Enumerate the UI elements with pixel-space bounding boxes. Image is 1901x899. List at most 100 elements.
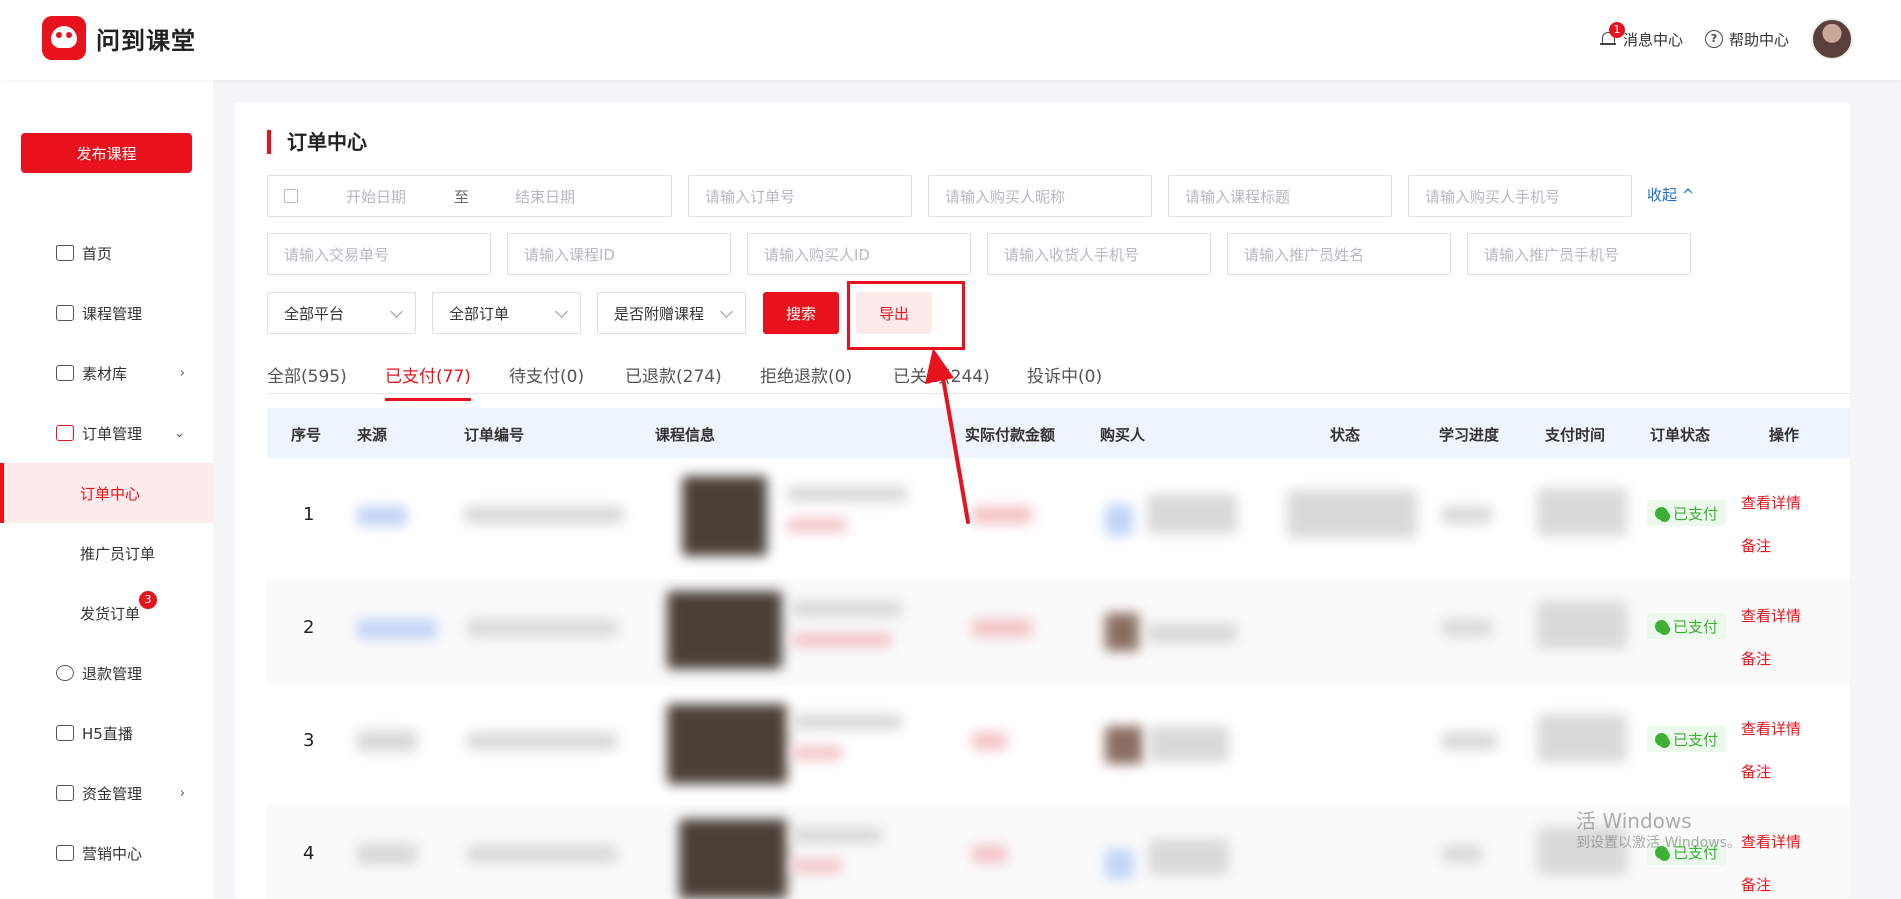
sidebar-item-h5-live[interactable]: H5直播 <box>0 703 213 763</box>
help-center-label: 帮助中心 <box>1728 30 1789 49</box>
buyer-phone-input[interactable]: 请输入购买人手机号 <box>1408 175 1632 217</box>
end-date-placeholder: 结束日期 <box>515 187 576 206</box>
col-pay-time: 支付时间 <box>1545 426 1606 444</box>
course-thumbnail-blurred <box>667 704 787 784</box>
sidebar-item-label: 营销中心 <box>82 844 143 863</box>
order-status-badge: 已支付 <box>1647 613 1727 639</box>
tab-all[interactable]: 全部(595) <box>267 362 347 387</box>
promoter-phone-input[interactable]: 请输入推广员手机号 <box>1467 233 1691 275</box>
note-link[interactable]: 备注 <box>1741 874 1771 895</box>
sidebar-item-marketing-center[interactable]: 营销中心 <box>0 823 213 883</box>
sidebar-item-refund-management[interactable]: 退款管理 <box>0 643 213 703</box>
tab-refunded[interactable]: 已退款(274) <box>625 362 722 387</box>
buyer-info-blurred <box>1147 623 1237 643</box>
search-button[interactable]: 搜索 <box>763 292 839 334</box>
amount-blurred <box>972 619 1032 637</box>
col-source: 来源 <box>357 426 388 444</box>
home-icon <box>56 245 74 261</box>
course-title-input[interactable]: 请输入课程标题 <box>1168 175 1392 217</box>
view-detail-link[interactable]: 查看详情 <box>1741 718 1801 739</box>
top-header: 问到课堂 1 消息中心 ? 帮助中心 <box>0 0 1901 80</box>
date-range-picker[interactable]: 开始日期 至 结束日期 <box>267 175 672 217</box>
message-count-badge: 1 <box>1608 21 1625 38</box>
order-number-blurred <box>467 845 617 863</box>
sidebar-item-label: 素材库 <box>82 364 128 383</box>
message-center-link[interactable]: 1 消息中心 <box>1599 21 1683 50</box>
sidebar-item-funds-management[interactable]: 资金管理 › <box>0 763 213 823</box>
col-course-info: 课程信息 <box>655 426 716 444</box>
progress-blurred <box>1442 732 1497 750</box>
sidebar-item-course-management[interactable]: 课程管理 <box>0 283 213 343</box>
order-type-select[interactable]: 全部订单 <box>432 292 581 334</box>
chevron-right-icon: › <box>179 365 185 381</box>
note-link[interactable]: 备注 <box>1741 535 1771 556</box>
source-blurred <box>357 506 407 526</box>
view-detail-link[interactable]: 查看详情 <box>1741 605 1801 626</box>
buyer-info-blurred <box>1149 839 1229 875</box>
source-blurred <box>357 619 437 639</box>
coins-icon <box>1655 506 1668 520</box>
order-status-badge: 已支付 <box>1647 500 1727 526</box>
pay-time-blurred <box>1537 714 1627 762</box>
promoter-name-input[interactable]: 请输入推广员姓名 <box>1227 233 1451 275</box>
pay-time-blurred <box>1537 601 1627 649</box>
buyer-id-input[interactable]: 请输入购买人ID <box>747 233 971 275</box>
note-link[interactable]: 备注 <box>1741 761 1771 782</box>
status-blurred <box>1287 490 1417 538</box>
page-title: 订单中心 <box>267 130 367 154</box>
app-logo[interactable]: 问到课堂 <box>42 16 196 60</box>
chevron-down-icon: ⌄ <box>174 425 185 441</box>
col-progress: 学习进度 <box>1439 426 1500 444</box>
sidebar: 发布课程 首页 课程管理 素材库 › 订单管理 ⌄ 订单中心 推广员订单 发货订… <box>0 80 213 899</box>
collapse-filters-link[interactable]: 收起 ^ <box>1647 184 1694 205</box>
tab-paid[interactable]: 已支付(77) <box>385 362 471 401</box>
sidebar-item-shipping-orders[interactable]: 发货订单 3 <box>0 583 213 643</box>
progress-blurred <box>1442 619 1492 637</box>
date-range-separator: 至 <box>454 187 470 206</box>
watermark-line-1: 活 Windows <box>1576 809 1692 833</box>
view-detail-link[interactable]: 查看详情 <box>1741 492 1801 513</box>
sidebar-item-order-center[interactable]: 订单中心 <box>0 463 213 523</box>
sidebar-item-materials[interactable]: 素材库 › <box>0 343 213 403</box>
course-thumbnail-blurred <box>667 591 782 669</box>
platform-select[interactable]: 全部平台 <box>267 292 416 334</box>
order-number-input[interactable]: 请输入订单号 <box>688 175 912 217</box>
tab-closed[interactable]: 已关闭(244) <box>893 362 990 387</box>
buyer-nickname-input[interactable]: 请输入购买人昵称 <box>928 175 1152 217</box>
trade-number-input[interactable]: 请输入交易单号 <box>267 233 491 275</box>
col-order-status: 订单状态 <box>1650 426 1711 444</box>
publish-course-button[interactable]: 发布课程 <box>21 133 192 173</box>
tab-refund-rejected[interactable]: 拒绝退款(0) <box>760 362 852 387</box>
tab-complaint[interactable]: 投诉中(0) <box>1027 362 1102 387</box>
col-paid-amount: 实际付款金额 <box>965 426 1056 444</box>
course-id-input[interactable]: 请输入课程ID <box>507 233 731 275</box>
main-content: 订单中心 开始日期 至 结束日期 请输入订单号 请输入购买人昵称 请输入课程标题… <box>235 102 1850 899</box>
order-number-blurred <box>464 506 624 524</box>
user-avatar[interactable] <box>1811 18 1853 60</box>
app-title: 问到课堂 <box>96 26 196 55</box>
course-price-blurred <box>787 518 847 532</box>
progress-blurred <box>1442 845 1482 863</box>
help-center-link[interactable]: ? 帮助中心 <box>1704 29 1789 50</box>
gift-course-select[interactable]: 是否附赠课程 <box>597 292 746 334</box>
coins-icon <box>1655 732 1668 746</box>
chat-board-icon <box>56 305 74 321</box>
sidebar-item-order-management[interactable]: 订单管理 ⌄ <box>0 403 213 463</box>
sidebar-item-label: 订单管理 <box>82 424 143 443</box>
source-blurred <box>357 843 417 865</box>
export-highlight-annotation <box>847 281 965 350</box>
note-link[interactable]: 备注 <box>1741 648 1771 669</box>
view-detail-link[interactable]: 查看详情 <box>1741 831 1801 852</box>
table-row: 3 已支付 查看详情 备注 <box>267 692 1850 799</box>
sidebar-item-label: 资金管理 <box>82 784 143 803</box>
order-status-badge: 已支付 <box>1647 726 1727 752</box>
sidebar-item-home[interactable]: 首页 <box>0 223 213 283</box>
chevron-right-icon: › <box>179 785 185 801</box>
help-circle-icon: ? <box>1704 30 1723 48</box>
tab-pending[interactable]: 待支付(0) <box>509 362 584 387</box>
order-status-text: 已支付 <box>1673 617 1719 636</box>
sidebar-item-label: 退款管理 <box>82 664 143 683</box>
sidebar-item-promoter-orders[interactable]: 推广员订单 <box>0 523 213 583</box>
table-row: 1 已支付 查看详情 备注 <box>267 466 1850 573</box>
receiver-phone-input[interactable]: 请输入收货人手机号 <box>987 233 1211 275</box>
